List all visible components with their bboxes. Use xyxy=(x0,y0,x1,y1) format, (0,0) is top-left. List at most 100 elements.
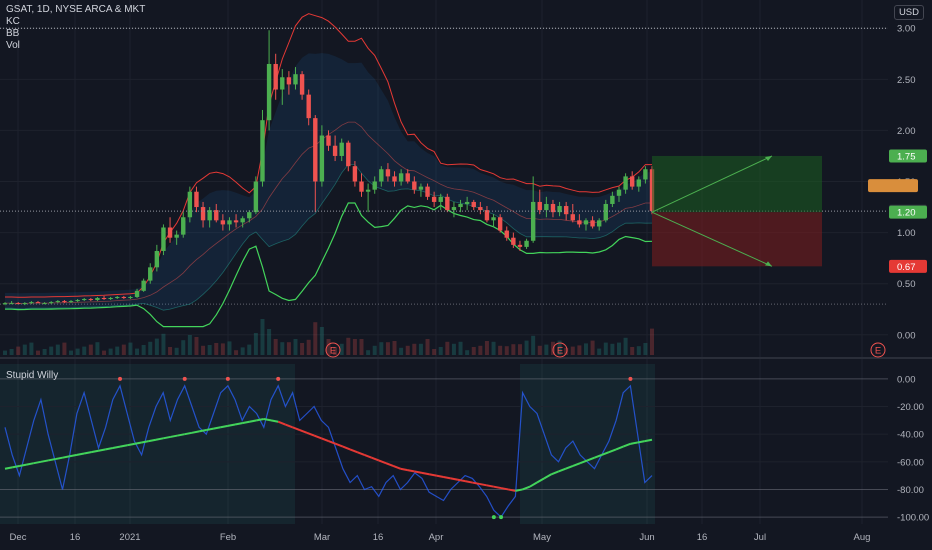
candle-body xyxy=(253,181,259,213)
oversold-dot xyxy=(499,515,504,520)
osc-signal-segment xyxy=(134,441,142,445)
overbought-dot xyxy=(628,376,633,381)
candle-body xyxy=(154,250,160,268)
candle-body xyxy=(504,230,509,238)
indicator-kc[interactable]: KC xyxy=(6,16,145,28)
volume-bar xyxy=(75,348,80,355)
osc-signal-segment xyxy=(414,470,423,474)
volume-bar xyxy=(544,344,549,355)
earnings-marker-label: E xyxy=(557,346,563,357)
candle-body xyxy=(530,201,536,241)
price-tick-label: 2.50 xyxy=(897,75,916,86)
candle-body xyxy=(128,296,133,298)
volume-bar xyxy=(531,335,536,355)
volume-bar xyxy=(267,329,272,355)
candle-body xyxy=(570,214,575,221)
indicator-bb[interactable]: BB xyxy=(6,28,145,40)
candle-body xyxy=(29,302,34,304)
candle-body xyxy=(266,63,272,121)
volume-bar xyxy=(623,337,628,355)
candle-body xyxy=(2,303,8,305)
osc-signal-segment xyxy=(47,458,56,462)
volume-bar xyxy=(399,347,404,355)
symbol-title[interactable]: GSAT, 1D, NYSE ARCA & MKT xyxy=(6,4,145,16)
candle-body xyxy=(293,74,298,85)
candle-body xyxy=(431,196,437,202)
x-tick-label: May xyxy=(533,532,551,543)
candle-body xyxy=(9,303,14,305)
osc-signal-segment xyxy=(508,488,516,492)
osc-signal-segment xyxy=(170,434,178,438)
volume-bar xyxy=(478,345,483,355)
candle-body xyxy=(596,220,602,227)
candle-body xyxy=(583,220,589,225)
indicator-vol[interactable]: Vol xyxy=(6,40,145,52)
candle-body xyxy=(167,227,173,238)
volume-bar xyxy=(537,345,542,355)
candle-body xyxy=(359,181,364,192)
volume-bar xyxy=(438,347,443,355)
candle-body xyxy=(286,77,292,85)
candle-body xyxy=(306,94,311,119)
volume-bar xyxy=(154,338,159,355)
sub-pane-title[interactable]: Stupid Willy xyxy=(6,370,58,382)
price-tick-label: 0.50 xyxy=(897,279,916,290)
volume-bar xyxy=(62,342,67,355)
candle-body xyxy=(55,301,61,303)
osc-signal-segment xyxy=(184,431,193,436)
volume-bar xyxy=(88,344,93,355)
osc-tick-label: 0.00 xyxy=(897,374,916,385)
candle-body xyxy=(610,195,615,204)
osc-signal-segment xyxy=(421,471,430,476)
osc-signal-segment xyxy=(270,419,279,423)
volume-bar xyxy=(432,349,437,355)
osc-signal-segment xyxy=(464,480,473,484)
volume-bar xyxy=(366,350,371,355)
currency-badge[interactable]: USD xyxy=(893,5,924,20)
osc-signal-segment xyxy=(227,423,236,427)
osc-signal-segment xyxy=(62,455,70,459)
volume-bar xyxy=(55,344,60,355)
volume-bar xyxy=(498,345,503,355)
volume-bar xyxy=(240,347,245,355)
overbought-dot xyxy=(118,376,123,381)
volume-bar xyxy=(234,350,239,355)
volume-bar xyxy=(570,346,575,355)
osc-signal-segment xyxy=(493,485,502,490)
osc-tick-label: -100.00 xyxy=(897,513,929,524)
volume-bar xyxy=(207,345,212,355)
osc-signal-segment xyxy=(407,469,415,473)
chart-svg: Dec 16 2021 Feb Mar 16 Apr May Jun 16 Jul Aug 3.00 2.… xyxy=(0,0,932,550)
candle-body xyxy=(121,296,127,298)
candle-body xyxy=(187,191,193,218)
candle-body xyxy=(101,297,107,300)
candle-body xyxy=(181,217,186,235)
candle-body xyxy=(200,207,206,221)
osc-signal-segment xyxy=(162,435,171,440)
osc-tick-label: -20.00 xyxy=(897,402,924,413)
volume-bar xyxy=(3,350,7,355)
osc-signal-segment xyxy=(112,445,121,449)
volume-bar xyxy=(121,344,126,355)
osc-signal-segment xyxy=(105,447,114,451)
candle-body xyxy=(233,220,239,223)
volume-bar xyxy=(42,349,47,355)
volume-bar xyxy=(16,346,21,355)
earnings-marker-label: E xyxy=(330,346,336,357)
legend: GSAT, 1D, NYSE ARCA & MKT KC BB Vol xyxy=(6,4,145,52)
price-badge-label: 1.75 xyxy=(897,151,916,162)
volume-bar xyxy=(504,346,509,355)
candle-body xyxy=(511,237,516,245)
candle-body xyxy=(108,297,113,300)
volume-bar xyxy=(352,339,357,355)
volume-bar xyxy=(102,350,107,355)
candle-body xyxy=(161,227,166,251)
x-tick-label: 16 xyxy=(373,532,384,543)
candle-body xyxy=(273,63,278,90)
overbought-dot xyxy=(225,376,230,381)
osc-signal-segment xyxy=(213,426,221,430)
volume-bar xyxy=(273,339,278,355)
candle-body xyxy=(517,244,523,247)
osc-signal-segment xyxy=(69,453,78,458)
chart-root: Dec 16 2021 Feb Mar 16 Apr May Jun 16 Jul Aug 3.00 2.… xyxy=(0,0,932,550)
